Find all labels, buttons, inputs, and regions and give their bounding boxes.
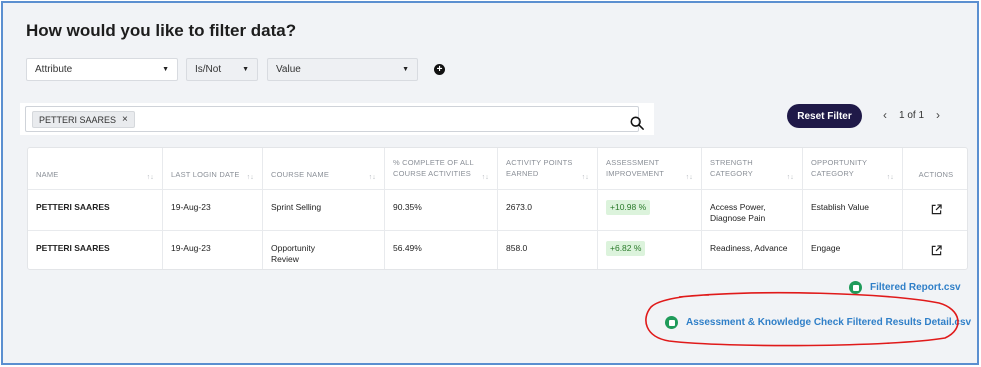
is-not-select-label: Is/Not bbox=[195, 64, 222, 75]
open-external-icon[interactable] bbox=[931, 204, 942, 215]
column-header-last-login[interactable]: LAST LOGIN DATE ↑↓ bbox=[163, 148, 263, 189]
column-header-actions: ACTIONS bbox=[918, 170, 954, 179]
column-header-course-name[interactable]: COURSE NAME ↑↓ bbox=[263, 148, 385, 189]
caret-down-icon: ▼ bbox=[242, 66, 249, 73]
cell-activity-points: 2673.0 bbox=[498, 190, 598, 230]
cell-opportunity-category: Establish Value bbox=[803, 190, 903, 230]
page-title: How would you like to filter data? bbox=[26, 21, 297, 40]
sort-icon[interactable]: ↑↓ bbox=[787, 172, 794, 183]
cell-assessment-improvement: +10.98 % bbox=[598, 190, 702, 230]
column-header-opportunity-category[interactable]: OPPORTUNITY CATEGORY ↑↓ bbox=[803, 148, 903, 189]
is-not-select[interactable]: Is/Not ▼ bbox=[186, 58, 258, 81]
add-filter-icon[interactable]: + bbox=[434, 64, 445, 75]
close-icon[interactable]: × bbox=[122, 114, 128, 125]
sort-icon[interactable]: ↑↓ bbox=[582, 172, 589, 183]
sort-icon[interactable]: ↑↓ bbox=[482, 172, 489, 183]
filter-chip: PETTERI SAARES × bbox=[32, 111, 135, 128]
results-table: NAME ↑↓ LAST LOGIN DATE ↑↓ COURSE NAME ↑… bbox=[27, 147, 968, 270]
search-area: PETTERI SAARES × bbox=[20, 103, 654, 135]
cell-activity-points: 858.0 bbox=[498, 231, 598, 269]
cell-last-login: 19-Aug-23 bbox=[163, 231, 263, 269]
caret-down-icon: ▼ bbox=[402, 66, 409, 73]
improvement-badge: +10.98 % bbox=[606, 200, 651, 215]
column-header-activity-points[interactable]: ACTIVITY POINTS EARNED ↑↓ bbox=[498, 148, 598, 189]
page-indicator: 1 of 1 bbox=[899, 109, 925, 121]
cell-last-login: 19-Aug-23 bbox=[163, 190, 263, 230]
reset-filter-button[interactable]: Reset Filter bbox=[787, 104, 862, 128]
sort-icon[interactable]: ↑↓ bbox=[247, 172, 254, 183]
red-circle-annotation bbox=[645, 291, 959, 347]
column-header-percent-complete[interactable]: % COMPLETE OF ALL COURSE ACTIVITIES ↑↓ bbox=[385, 148, 498, 189]
open-external-icon[interactable] bbox=[931, 245, 942, 256]
cell-actions bbox=[903, 190, 967, 230]
cell-percent-complete: 56.49% bbox=[385, 231, 498, 269]
filter-chip-label: PETTERI SAARES bbox=[39, 114, 117, 125]
cell-name: PETTERI SAARES bbox=[28, 231, 163, 269]
chevron-left-icon[interactable]: ‹ bbox=[883, 108, 887, 122]
improvement-badge: +6.82 % bbox=[606, 241, 646, 256]
cell-course-name: Opportunity Review bbox=[263, 231, 385, 269]
value-select-label: Value bbox=[276, 64, 301, 75]
column-header-name[interactable]: NAME ↑↓ bbox=[28, 148, 163, 189]
cell-percent-complete: 90.35% bbox=[385, 190, 498, 230]
cell-actions bbox=[903, 231, 967, 269]
table-header-row: NAME ↑↓ LAST LOGIN DATE ↑↓ COURSE NAME ↑… bbox=[28, 148, 967, 189]
search-icon[interactable] bbox=[630, 116, 644, 130]
cell-course-name: Sprint Selling bbox=[263, 190, 385, 230]
column-header-strength-category[interactable]: STRENGTH CATEGORY ↑↓ bbox=[702, 148, 803, 189]
table-row: PETTERI SAARES 19-Aug-23 Opportunity Rev… bbox=[28, 230, 967, 269]
sort-icon[interactable]: ↑↓ bbox=[887, 172, 894, 183]
cell-strength-category: Readiness, Advance bbox=[702, 231, 803, 269]
attribute-select[interactable]: Attribute ▼ bbox=[26, 58, 178, 81]
cell-assessment-improvement: +6.82 % bbox=[598, 231, 702, 269]
sort-icon[interactable]: ↑↓ bbox=[147, 172, 154, 183]
sort-icon[interactable]: ↑↓ bbox=[686, 172, 693, 183]
value-select[interactable]: Value ▼ bbox=[267, 58, 418, 81]
cell-name: PETTERI SAARES bbox=[28, 190, 163, 230]
chevron-right-icon[interactable]: › bbox=[936, 108, 940, 122]
cell-opportunity-category: Engage bbox=[803, 231, 903, 269]
cell-strength-category: Access Power, Diagnose Pain bbox=[702, 190, 803, 230]
column-header-assessment-improvement[interactable]: ASSESSMENT IMPROVEMENT ↑↓ bbox=[598, 148, 702, 189]
pagination: ‹ 1 of 1 › bbox=[883, 108, 940, 122]
sort-icon[interactable]: ↑↓ bbox=[369, 172, 376, 183]
attribute-select-label: Attribute bbox=[35, 64, 73, 75]
caret-down-icon: ▼ bbox=[162, 66, 169, 73]
search-input[interactable]: PETTERI SAARES × bbox=[25, 106, 644, 132]
table-row: PETTERI SAARES 19-Aug-23 Sprint Selling … bbox=[28, 189, 967, 230]
page-frame: How would you like to filter data? Attri… bbox=[1, 1, 979, 365]
